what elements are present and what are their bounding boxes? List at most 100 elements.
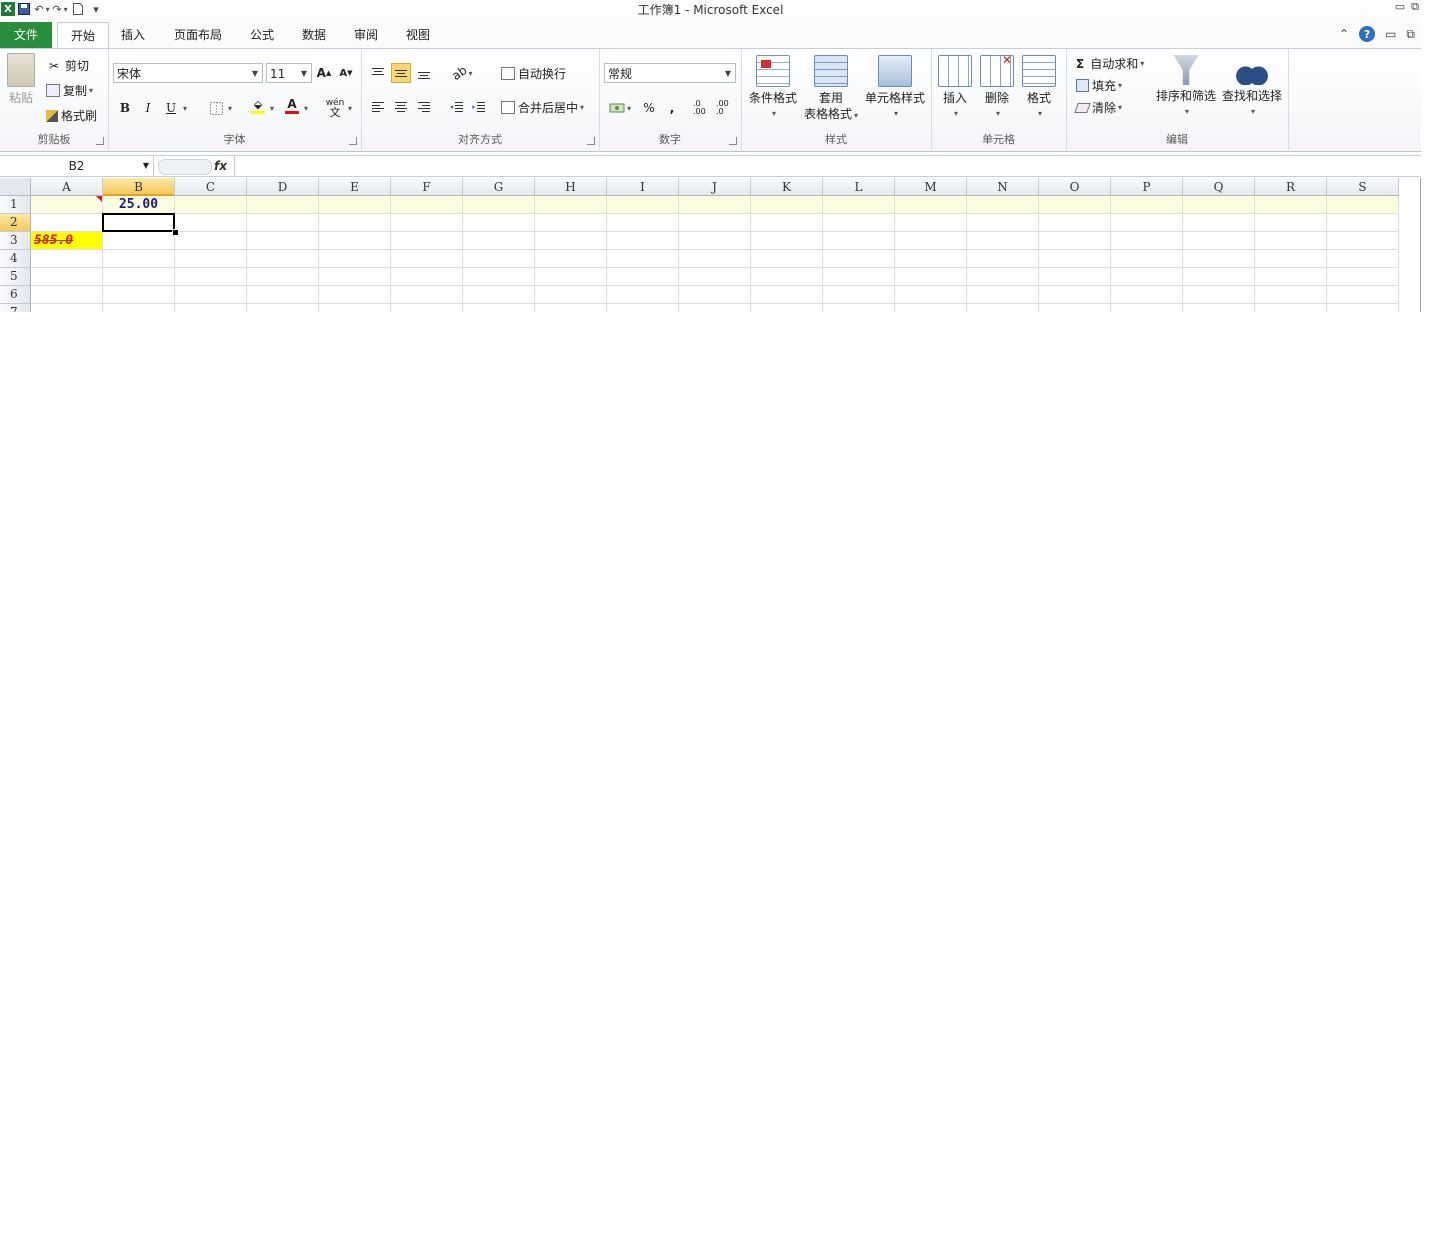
cell-a5[interactable]: [31, 268, 103, 286]
column-header-o[interactable]: O: [1039, 178, 1111, 196]
cell-n6[interactable]: [967, 286, 1039, 304]
number-launcher-icon[interactable]: [729, 137, 737, 145]
cell-d7[interactable]: [247, 304, 319, 312]
row-header-2[interactable]: 2: [0, 214, 31, 232]
find-select-button[interactable]: 查找和选择 ▾: [1220, 55, 1284, 120]
increase-indent-icon[interactable]: [469, 97, 489, 117]
cell-d2[interactable]: [247, 214, 319, 232]
tab-home[interactable]: 开始: [57, 22, 109, 49]
cell-b7[interactable]: [103, 304, 175, 312]
cell-o7[interactable]: [1039, 304, 1111, 312]
cell-c3[interactable]: [175, 232, 247, 250]
cell-c6[interactable]: [175, 286, 247, 304]
underline-dropdown[interactable]: ▾: [179, 98, 189, 118]
fill-handle[interactable]: [172, 229, 179, 236]
minimize-workbook-icon[interactable]: ▭: [1385, 27, 1396, 41]
copy-button[interactable]: 复制 ▾: [46, 82, 93, 99]
tab-insert[interactable]: 插入: [112, 22, 154, 48]
cell-f6[interactable]: [391, 286, 463, 304]
tab-data[interactable]: 数据: [292, 22, 336, 48]
fill-color-dropdown[interactable]: ▾: [266, 98, 276, 118]
cell-k3[interactable]: [751, 232, 823, 250]
cell-j5[interactable]: [679, 268, 751, 286]
underline-button[interactable]: U: [161, 98, 181, 118]
italic-button[interactable]: I: [138, 98, 158, 118]
wrap-text-button[interactable]: 自动换行: [501, 65, 566, 82]
clipboard-launcher-icon[interactable]: [96, 137, 104, 145]
column-header-k[interactable]: K: [751, 178, 823, 196]
cell-c5[interactable]: [175, 268, 247, 286]
column-header-s[interactable]: S: [1327, 178, 1399, 196]
select-all-button[interactable]: [0, 178, 31, 196]
cell-h5[interactable]: [535, 268, 607, 286]
cell-b1[interactable]: 25.00: [103, 196, 175, 214]
font-size-select[interactable]: 11 ▼: [266, 63, 312, 83]
cell-n3[interactable]: [967, 232, 1039, 250]
tab-page-layout[interactable]: 页面布局: [164, 22, 232, 48]
cell-j3[interactable]: [679, 232, 751, 250]
cell-s1[interactable]: [1327, 196, 1399, 214]
restore-icon[interactable]: ⧉: [1411, 0, 1419, 14]
cell-r2[interactable]: [1255, 214, 1327, 232]
cell-k6[interactable]: [751, 286, 823, 304]
cell-e3[interactable]: [319, 232, 391, 250]
cell-o3[interactable]: [1039, 232, 1111, 250]
cell-g5[interactable]: [463, 268, 535, 286]
cell-l4[interactable]: [823, 250, 895, 268]
fill-color-button[interactable]: ⬙: [248, 96, 268, 116]
clear-button[interactable]: 清除 ▾: [1074, 99, 1122, 116]
cell-f1[interactable]: [391, 196, 463, 214]
cell-n2[interactable]: [967, 214, 1039, 232]
cell-c7[interactable]: [175, 304, 247, 312]
cell-i4[interactable]: [607, 250, 679, 268]
column-header-f[interactable]: F: [391, 178, 463, 196]
cell-f2[interactable]: [391, 214, 463, 232]
cell-j6[interactable]: [679, 286, 751, 304]
cell-h2[interactable]: [535, 214, 607, 232]
column-header-q[interactable]: Q: [1183, 178, 1255, 196]
column-header-r[interactable]: R: [1255, 178, 1327, 196]
cell-s6[interactable]: [1327, 286, 1399, 304]
cell-a2[interactable]: [31, 214, 103, 232]
cell-s5[interactable]: [1327, 268, 1399, 286]
cell-m5[interactable]: [895, 268, 967, 286]
column-header-g[interactable]: G: [463, 178, 535, 196]
cell-l5[interactable]: [823, 268, 895, 286]
cell-m2[interactable]: [895, 214, 967, 232]
help-icon[interactable]: ?: [1359, 26, 1376, 42]
cell-b6[interactable]: [103, 286, 175, 304]
insert-cells-button[interactable]: 插入 ▾: [937, 55, 973, 122]
cell-h3[interactable]: [535, 232, 607, 250]
align-center-icon[interactable]: [391, 97, 411, 117]
cell-j7[interactable]: [679, 304, 751, 312]
border-dropdown[interactable]: ▾: [224, 98, 234, 118]
column-header-b[interactable]: B: [103, 178, 175, 196]
tab-review[interactable]: 审阅: [344, 22, 388, 48]
font-name-select[interactable]: 宋体 ▼: [113, 63, 263, 83]
cell-e1[interactable]: [319, 196, 391, 214]
autosum-button[interactable]: Σ 自动求和 ▾: [1076, 55, 1144, 72]
cell-d1[interactable]: [247, 196, 319, 214]
conditional-format-button[interactable]: 条件格式 ▾: [745, 55, 801, 122]
cell-l3[interactable]: [823, 232, 895, 250]
bold-button[interactable]: B: [115, 98, 135, 118]
cell-n1[interactable]: [967, 196, 1039, 214]
cell-q1[interactable]: [1183, 196, 1255, 214]
column-header-p[interactable]: P: [1111, 178, 1183, 196]
cell-a6[interactable]: [31, 286, 103, 304]
decrease-decimal-button[interactable]: .00 .0: [716, 98, 738, 118]
cell-c1[interactable]: [175, 196, 247, 214]
insert-function-button[interactable]: fx: [214, 156, 232, 176]
cell-i5[interactable]: [607, 268, 679, 286]
cell-f3[interactable]: [391, 232, 463, 250]
tab-formulas[interactable]: 公式: [240, 22, 284, 48]
cell-h7[interactable]: [535, 304, 607, 312]
cell-b5[interactable]: [103, 268, 175, 286]
cell-e6[interactable]: [319, 286, 391, 304]
cell-r4[interactable]: [1255, 250, 1327, 268]
cell-a1[interactable]: [31, 196, 103, 214]
row-header-6[interactable]: 6: [0, 286, 31, 304]
cell-g1[interactable]: [463, 196, 535, 214]
fill-button[interactable]: 填充 ▾: [1076, 77, 1122, 94]
align-left-icon[interactable]: [368, 97, 388, 117]
